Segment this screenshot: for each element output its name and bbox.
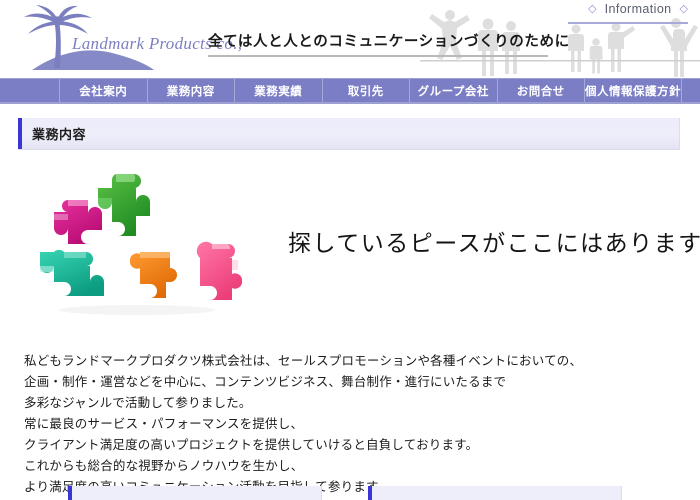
bottom-section-row <box>0 486 700 500</box>
hero-headline: 探しているピースがここにはあります <box>288 231 700 256</box>
site-tagline: 全ては人と人とのコミュニケーションづくりのために <box>208 34 570 50</box>
nav-item-services[interactable]: 業務内容 <box>148 79 235 102</box>
body-line: これからも総合的な視野からノウハウを生かし、 <box>24 459 304 473</box>
diamond-right-icon: ◇ <box>679 2 688 15</box>
page-title-bar: 業務内容 <box>18 118 680 150</box>
nav-item-company[interactable]: 会社案内 <box>60 79 148 102</box>
hero-section: 探しているピースがここにはあります <box>0 166 700 341</box>
site-header: Landmark Products co., 全ては人と人とのコミュニケーション… <box>0 0 700 78</box>
nav-left-spacer <box>0 79 60 102</box>
nav-item-contact[interactable]: お問合せ <box>498 79 585 102</box>
body-line: クライアント満足度の高いプロジェクトを提供していけると自負しております。 <box>24 438 479 452</box>
bottom-section-left <box>68 486 322 500</box>
tagline-rule <box>208 55 548 57</box>
diamond-left-icon: ◇ <box>588 2 597 15</box>
body-line: 多彩なジャンルで活動して参りました。 <box>24 396 252 410</box>
nav-item-privacy[interactable]: 個人情報保護方針 <box>585 79 682 102</box>
page-title: 業務内容 <box>32 127 87 142</box>
nav-right-spacer <box>682 79 700 102</box>
site-tagline-block: 全ては人と人とのコミュニケーションづくりのために <box>208 30 570 57</box>
page-root: Landmark Products co., 全ては人と人とのコミュニケーション… <box>0 0 700 500</box>
body-line: 企画・制作・運営などを中心に、コンテンツビジネス、舞台制作・進行にいたるまで <box>24 375 507 389</box>
nav-item-clients[interactable]: 取引先 <box>323 79 410 102</box>
main-navigation: 会社案内 業務内容 業務実績 取引先 グループ会社 お問合せ 個人情報保護方針 <box>0 78 700 104</box>
body-line: 常に最良のサービス・パフォーマンスを提供し、 <box>24 417 304 431</box>
site-logo[interactable]: Landmark Products co., <box>14 4 242 74</box>
bottom-section-right <box>368 486 622 500</box>
nav-item-group[interactable]: グループ会社 <box>410 79 498 102</box>
colorful-puzzle-pieces-image <box>32 166 262 321</box>
information-label: Information <box>604 2 672 16</box>
nav-item-results[interactable]: 業務実績 <box>235 79 323 102</box>
body-copy: 私どもランドマークプロダクツ株式会社は、セールスプロモーションや各種イベントにお… <box>24 351 700 498</box>
information-link[interactable]: ◇ Information ◇ <box>588 2 688 18</box>
page-content: 業務内容 探しているピースがここにはあります 私どもランドマークプロダクツ株式会… <box>0 118 700 498</box>
body-line: 私どもランドマークプロダクツ株式会社は、セールスプロモーションや各種イベントにお… <box>24 354 583 368</box>
information-underline <box>568 22 688 24</box>
